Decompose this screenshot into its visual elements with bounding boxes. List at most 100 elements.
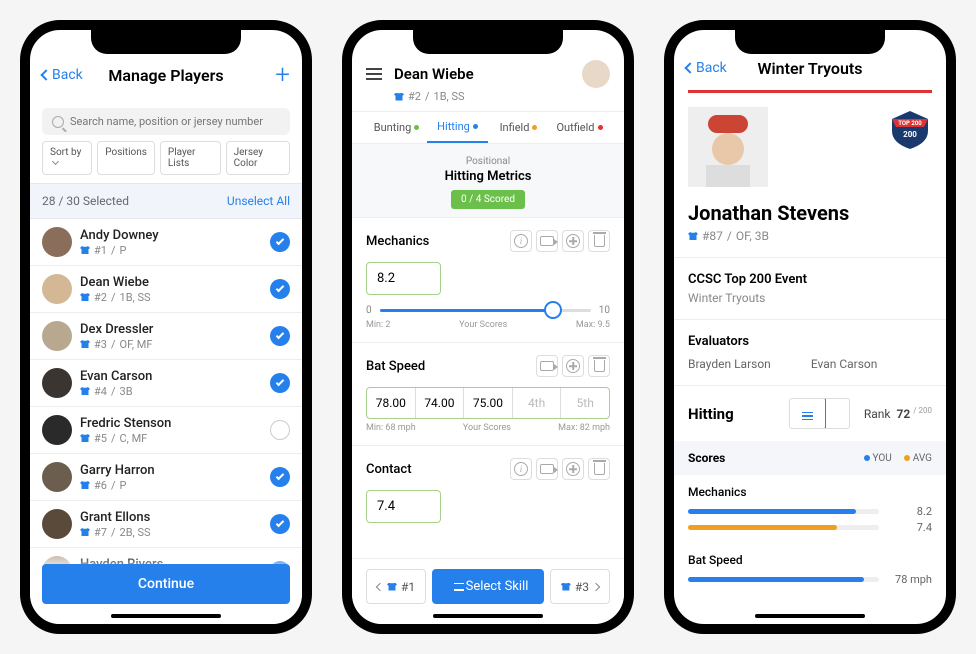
plus-button[interactable] xyxy=(562,230,584,252)
list-view-button[interactable] xyxy=(789,398,826,429)
jersey-icon xyxy=(80,293,90,301)
phone-player-profile: Back Winter Tryouts TOP 200 200 Jonathan… xyxy=(664,20,956,634)
avatar xyxy=(42,227,72,257)
view-toggle[interactable] xyxy=(789,398,850,429)
event-title: CCSC Top 200 Event xyxy=(688,272,932,287)
player-row[interactable]: Andy Downey #1 / P xyxy=(30,219,302,266)
bat-placeholder[interactable]: 4th xyxy=(513,388,562,418)
jersey-icon xyxy=(561,583,571,591)
back-button[interactable]: Back xyxy=(42,67,83,83)
player-row[interactable]: Garry Harron #6 / P xyxy=(30,454,302,501)
back-button[interactable]: Back xyxy=(686,60,727,76)
slider-thumb[interactable] xyxy=(544,301,562,319)
search-input[interactable] xyxy=(70,115,280,128)
player-meta: #87 / OF, 3B xyxy=(674,225,946,258)
bat-speed-inputs[interactable]: 78.0074.0075.004th5th xyxy=(366,387,610,419)
player-row[interactable]: Grant Ellons #7 / 2B, SS xyxy=(30,501,302,548)
slider-fill xyxy=(380,309,553,312)
trash-button[interactable] xyxy=(588,230,610,252)
info-button[interactable] xyxy=(510,458,532,480)
jersey-icon xyxy=(387,583,397,591)
trash-button[interactable] xyxy=(588,458,610,480)
checkmark-icon xyxy=(276,237,284,245)
slider-track xyxy=(380,309,591,312)
add-button[interactable]: + xyxy=(275,60,290,90)
plus-button[interactable] xyxy=(562,458,584,480)
event-info: CCSC Top 200 Event Winter Tryouts xyxy=(674,258,946,320)
contact-input[interactable]: 7.4 xyxy=(366,490,441,523)
phone-player-scoring: Dean Wiebe #2 / 1B, SS BuntingHittingInf… xyxy=(342,20,634,634)
plus-button[interactable] xyxy=(562,355,584,377)
select-checkbox[interactable] xyxy=(270,373,290,393)
search-field[interactable] xyxy=(42,108,290,135)
you-bar: 78 mph xyxy=(688,573,932,586)
select-skill-button[interactable]: Select Skill xyxy=(432,569,544,604)
mechanics-slider[interactable]: 0 10 xyxy=(366,305,610,316)
bat-value[interactable]: 78.00 xyxy=(367,388,416,418)
grid-view-button[interactable] xyxy=(825,399,849,428)
bat-value[interactable]: 75.00 xyxy=(464,388,513,418)
legend: YOUAVG xyxy=(864,453,932,464)
player-name: Dex Dressler xyxy=(80,322,270,337)
plus-icon xyxy=(566,359,580,373)
filter-row: Sort byPositionsPlayer ListsJersey Color xyxy=(30,141,302,183)
scored-badge: 0 / 4 Scored xyxy=(451,190,525,209)
filter-button[interactable]: Positions xyxy=(97,141,155,175)
skill-tab[interactable]: Infield xyxy=(488,120,549,143)
select-checkbox[interactable] xyxy=(270,514,290,534)
player-name: Fredric Stenson xyxy=(80,416,270,431)
svg-text:TOP 200: TOP 200 xyxy=(898,120,922,127)
skill-tab[interactable]: Outfield xyxy=(549,120,610,143)
metric-mechanics: Mechanics 8.2 0 10 Min: 2 Your Scores Ma… xyxy=(352,217,624,342)
home-indicator xyxy=(755,614,865,618)
unselect-all-button[interactable]: Unselect All xyxy=(227,194,290,208)
mechanics-input[interactable]: 8.2 xyxy=(366,262,441,295)
bat-value[interactable]: 74.00 xyxy=(416,388,465,418)
prev-player-button[interactable]: #1 xyxy=(366,569,426,604)
swap-icon xyxy=(448,582,460,592)
info-icon xyxy=(514,462,528,476)
checkmark-icon xyxy=(276,472,284,480)
menu-icon[interactable] xyxy=(366,68,382,80)
event-badge-icon: TOP 200 200 xyxy=(888,107,932,151)
player-meta: #6 / P xyxy=(80,479,270,492)
player-info: Fredric Stenson #5 / C, MF xyxy=(80,416,270,445)
select-checkbox[interactable] xyxy=(270,279,290,299)
player-row[interactable]: Fredric Stenson #5 / C, MF xyxy=(30,407,302,454)
continue-button[interactable]: Continue xyxy=(42,564,290,604)
filter-button[interactable]: Sort by xyxy=(42,141,92,175)
player-info: Evan Carson #4 / 3B xyxy=(80,369,270,398)
camera-button[interactable] xyxy=(536,230,558,252)
camera-button[interactable] xyxy=(536,458,558,480)
status-dot xyxy=(598,125,603,130)
stat-row: Mechanics 8.27.4 xyxy=(674,475,946,543)
filter-button[interactable]: Player Lists xyxy=(160,141,221,175)
player-meta: #5 / C, MF xyxy=(80,432,270,445)
avg-bar: 7.4 xyxy=(688,521,932,534)
info-button[interactable] xyxy=(510,230,532,252)
metric-label: Mechanics xyxy=(366,234,506,249)
jersey-icon xyxy=(80,246,90,254)
skill-tab[interactable]: Bunting xyxy=(366,120,427,143)
select-checkbox[interactable] xyxy=(270,326,290,346)
player-name: Dean Wiebe xyxy=(80,275,270,290)
stat-row: Bat Speed 78 mph xyxy=(674,543,946,595)
bat-placeholder[interactable]: 5th xyxy=(561,388,609,418)
chevron-left-icon xyxy=(684,62,695,73)
avatar xyxy=(582,60,610,88)
camera-button[interactable] xyxy=(536,355,558,377)
avatar xyxy=(42,274,72,304)
filter-button[interactable]: Jersey Color xyxy=(226,141,290,175)
skill-tab[interactable]: Hitting xyxy=(427,120,488,143)
select-checkbox[interactable] xyxy=(270,420,290,440)
player-row[interactable]: Dex Dressler #3 / OF, MF xyxy=(30,313,302,360)
selected-count: 28 / 30 Selected xyxy=(42,194,129,208)
player-row[interactable]: Dean Wiebe #2 / 1B, SS xyxy=(30,266,302,313)
select-checkbox[interactable] xyxy=(270,232,290,252)
player-row[interactable]: Evan Carson #4 / 3B xyxy=(30,360,302,407)
trash-button[interactable] xyxy=(588,355,610,377)
next-player-button[interactable]: #3 xyxy=(550,569,610,604)
select-checkbox[interactable] xyxy=(270,467,290,487)
stat-label: Mechanics xyxy=(688,485,932,499)
player-name: Grant Ellons xyxy=(80,510,270,525)
